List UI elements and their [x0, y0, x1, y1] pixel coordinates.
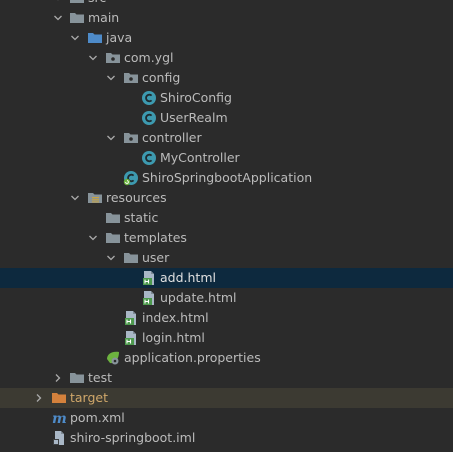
html-file-icon: [123, 310, 139, 326]
spring-properties-icon: [105, 350, 121, 366]
tree-label-target: target: [70, 390, 109, 405]
tree-row-java[interactable]: java: [0, 28, 453, 48]
svg-text:m: m: [52, 411, 67, 426]
chevron-right-icon[interactable]: [33, 388, 45, 408]
tree-row-add-html[interactable]: add.html: [0, 268, 453, 288]
tree-row-config[interactable]: config: [0, 68, 453, 88]
java-class-icon: [141, 110, 157, 126]
project-tree: src main java com.ygl: [0, 0, 453, 448]
tree-label-user: user: [142, 250, 170, 265]
tree-label-com-ygl: com.ygl: [124, 50, 174, 65]
folder-icon: [105, 230, 121, 246]
maven-icon: m: [51, 410, 67, 426]
source-folder-icon: [87, 30, 103, 46]
chevron-right-icon[interactable]: [52, 368, 64, 388]
chevron-down-icon[interactable]: [87, 48, 99, 68]
tree-label-java: java: [106, 30, 133, 45]
tree-label-resources: resources: [106, 190, 167, 205]
tree-row-app-class[interactable]: ShiroSpringbootApplication: [0, 168, 453, 188]
tree-row-shiro-config[interactable]: ShiroConfig: [0, 88, 453, 108]
tree-row-main[interactable]: main: [0, 8, 453, 28]
tree-label-update-html: update.html: [160, 290, 237, 305]
tree-label-src: src: [88, 0, 106, 8]
spring-boot-class-icon: [123, 170, 139, 186]
tree-row-com-ygl[interactable]: com.ygl: [0, 48, 453, 68]
tree-row-user[interactable]: user: [0, 248, 453, 268]
tree-label-user-realm: UserRealm: [160, 110, 228, 125]
tree-label-controller: controller: [142, 130, 202, 145]
tree-label-templates: templates: [124, 230, 187, 245]
tree-row-pom[interactable]: m pom.xml: [0, 408, 453, 428]
tree-row-controller[interactable]: controller: [0, 128, 453, 148]
tree-label-my-controller: MyController: [160, 150, 240, 165]
tree-label-config: config: [142, 70, 181, 85]
tree-row-iml[interactable]: shiro-springboot.iml: [0, 428, 453, 448]
html-file-icon: [141, 270, 157, 286]
tree-row-my-controller[interactable]: MyController: [0, 148, 453, 168]
tree-row-login-html[interactable]: login.html: [0, 328, 453, 348]
java-class-icon: [141, 150, 157, 166]
tree-label-main: main: [88, 10, 120, 25]
chevron-down-icon[interactable]: [87, 228, 99, 248]
tree-row-target[interactable]: target: [0, 388, 453, 408]
tree-label-pom: pom.xml: [70, 410, 125, 425]
folder-icon: [123, 250, 139, 266]
chevron-down-icon[interactable]: [105, 248, 117, 268]
tree-row-templates[interactable]: templates: [0, 228, 453, 248]
tree-label-shiro-config: ShiroConfig: [160, 90, 232, 105]
tree-label-static: static: [124, 210, 159, 225]
chevron-down-icon[interactable]: [105, 68, 117, 88]
folder-icon: [69, 370, 85, 386]
chevron-down-icon[interactable]: [69, 188, 81, 208]
tree-row-app-props[interactable]: application.properties: [0, 348, 453, 368]
chevron-down-icon[interactable]: [105, 128, 117, 148]
tree-row-update-html[interactable]: update.html: [0, 288, 453, 308]
html-file-icon: [123, 330, 139, 346]
tree-row-index-html[interactable]: index.html: [0, 308, 453, 328]
tree-label-test: test: [88, 370, 113, 385]
module-file-icon: [51, 430, 67, 446]
package-icon: [123, 70, 139, 86]
package-icon: [123, 130, 139, 146]
resources-folder-icon: [87, 190, 103, 206]
tree-label-app-class: ShiroSpringbootApplication: [142, 170, 313, 185]
tree-label-app-props: application.properties: [124, 350, 261, 365]
package-icon: [105, 50, 121, 66]
tree-row-test[interactable]: test: [0, 368, 453, 388]
folder-icon: [69, 0, 85, 6]
tree-label-login-html: login.html: [142, 330, 205, 345]
folder-icon: [69, 10, 85, 26]
chevron-down-icon[interactable]: [52, 0, 64, 8]
html-file-icon: [141, 290, 157, 306]
tree-label-add-html: add.html: [160, 270, 216, 285]
java-class-icon: [141, 90, 157, 106]
tree-label-index-html: index.html: [142, 310, 209, 325]
tree-row-src[interactable]: src: [0, 0, 453, 8]
tree-row-user-realm[interactable]: UserRealm: [0, 108, 453, 128]
tree-row-resources[interactable]: resources: [0, 188, 453, 208]
excluded-folder-icon: [51, 390, 67, 406]
tree-label-iml: shiro-springboot.iml: [70, 430, 196, 445]
tree-row-static[interactable]: static: [0, 208, 453, 228]
chevron-down-icon[interactable]: [52, 8, 64, 28]
folder-icon: [105, 210, 121, 226]
chevron-down-icon[interactable]: [69, 28, 81, 48]
